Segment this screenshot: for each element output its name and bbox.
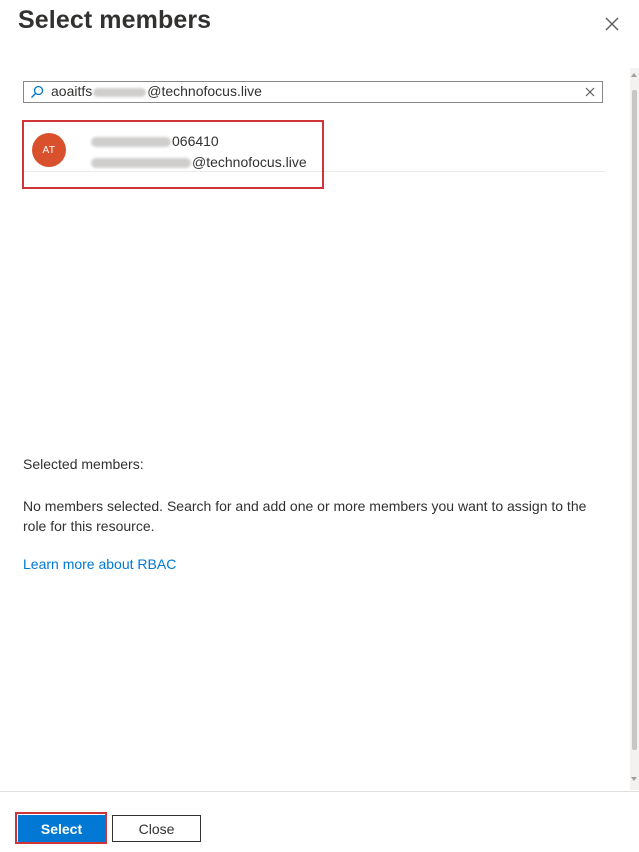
search-icon (31, 85, 44, 98)
scrollbar-thumb[interactable] (632, 90, 637, 750)
close-button[interactable]: Close (112, 815, 201, 842)
scroll-down-arrow-icon[interactable] (631, 777, 637, 781)
member-email: @technofocus.live (91, 154, 307, 170)
redacted-text (93, 87, 147, 97)
footer-divider (0, 791, 639, 792)
panel-title: Select members (18, 6, 212, 34)
redacted-text (91, 137, 171, 148)
member-search-box[interactable]: aoaitfs @technofocus.live (23, 81, 603, 103)
redacted-text (91, 158, 191, 169)
no-members-message: No members selected. Search for and add … (23, 498, 587, 534)
avatar: AT (32, 133, 66, 167)
search-value-suffix: @technofocus.live (147, 83, 262, 99)
clear-icon[interactable] (584, 86, 596, 98)
search-value-prefix: aoaitfs (51, 83, 93, 99)
member-name-visible-prefix: 06 (172, 133, 188, 149)
select-button[interactable]: Select (18, 815, 105, 842)
selected-members-label: Selected members: (23, 456, 144, 472)
member-name: 066410 (91, 133, 219, 149)
learn-more-rbac-link[interactable]: Learn more about RBAC (23, 556, 176, 572)
search-input[interactable]: aoaitfs @technofocus.live (51, 83, 571, 101)
member-email-visible: @technofocus.live (192, 154, 307, 170)
scroll-up-arrow-icon[interactable] (631, 73, 637, 77)
select-members-panel: Select members aoaitfs @technofocus.live … (0, 0, 639, 852)
member-name-visible: 6410 (187, 133, 219, 149)
close-icon[interactable] (600, 12, 624, 36)
